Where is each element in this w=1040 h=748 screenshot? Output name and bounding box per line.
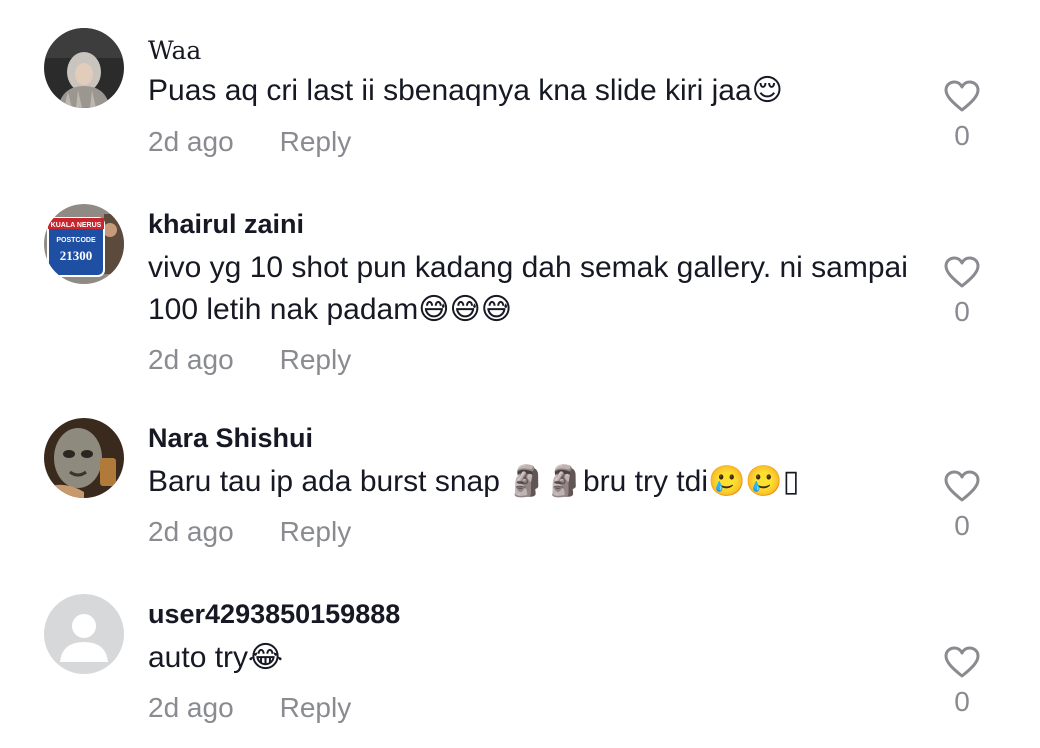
like-count: 0 xyxy=(954,296,970,327)
like-count: 0 xyxy=(954,686,970,717)
timestamp: 2d ago xyxy=(148,516,234,547)
like-control: 0 xyxy=(936,256,988,328)
like-control: 0 xyxy=(936,470,988,542)
timestamp: 2d ago xyxy=(148,126,234,157)
avatar-sign-text: POSTCODE xyxy=(56,237,96,244)
username[interactable]: Nara Shishui xyxy=(148,423,313,454)
comment-meta: 2d ago Reply xyxy=(148,344,351,376)
comment-text: Baru tau ip ada burst snap 🗿🗿bru try tdi… xyxy=(148,465,800,498)
reply-button[interactable]: Reply xyxy=(280,344,352,376)
heart-icon[interactable] xyxy=(944,470,980,502)
default-avatar-icon xyxy=(44,594,124,674)
heart-icon[interactable] xyxy=(944,80,980,112)
username[interactable]: khairul zaini xyxy=(148,209,304,240)
comment-meta: 2d ago Reply xyxy=(148,516,351,548)
like-count: 0 xyxy=(954,510,970,541)
timestamp: 2d ago xyxy=(148,692,234,723)
avatar[interactable] xyxy=(44,28,124,108)
heart-icon[interactable] xyxy=(944,646,980,678)
avatar-sign-text: KUALA NERUS xyxy=(51,222,102,229)
reply-button[interactable]: Reply xyxy=(280,516,352,548)
timestamp: 2d ago xyxy=(148,344,234,375)
avatar[interactable] xyxy=(44,594,124,674)
comment-meta: 2d ago Reply xyxy=(148,692,351,724)
comment-text: vivo yg 10 shot pun kadang dah semak gal… xyxy=(148,251,908,326)
comment-meta: 2d ago Reply xyxy=(148,126,351,158)
username[interactable]: Waa xyxy=(148,36,201,65)
reply-button[interactable]: Reply xyxy=(280,692,352,724)
like-control: 0 xyxy=(936,646,988,718)
comment-text: Puas aq cri last ii sbenaqnya kna slide … xyxy=(148,74,783,107)
avatar[interactable]: KUALA NERUS POSTCODE 21300 xyxy=(44,204,124,284)
avatar[interactable] xyxy=(44,418,124,498)
avatar-sign-text: 21300 xyxy=(60,248,93,263)
like-count: 0 xyxy=(954,120,970,151)
reply-button[interactable]: Reply xyxy=(280,126,352,158)
like-control: 0 xyxy=(936,80,988,152)
username[interactable]: user4293850159888 xyxy=(148,599,400,630)
heart-icon[interactable] xyxy=(944,256,980,288)
comment-text: auto try😂 xyxy=(148,641,284,674)
